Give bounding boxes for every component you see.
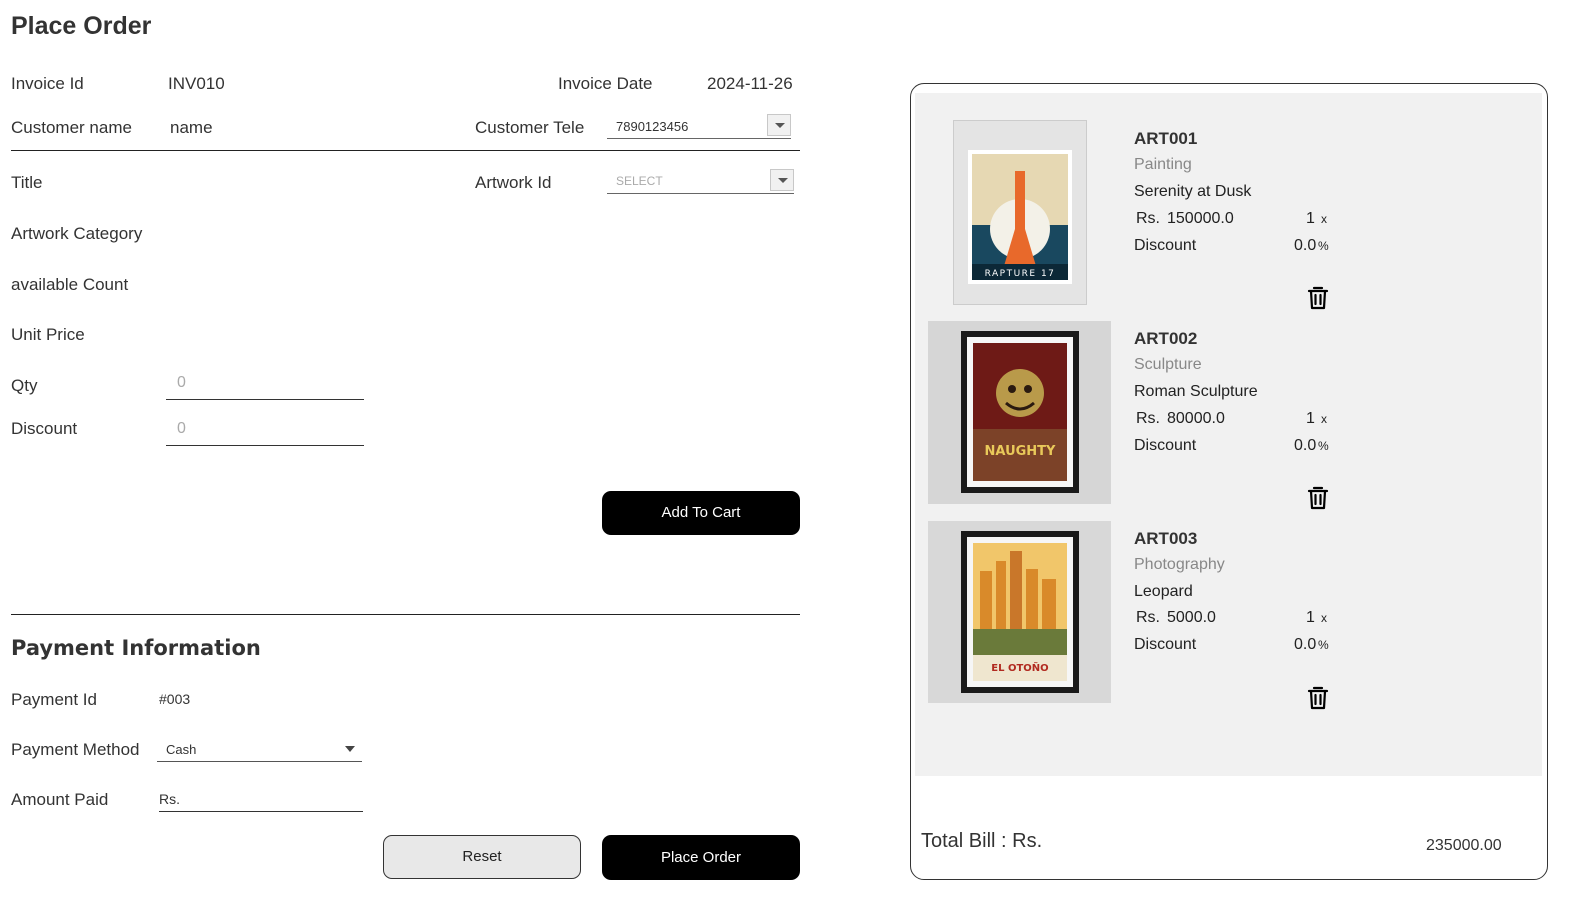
cart-item-times: x [1321, 212, 1327, 226]
cart-item-discount-label: Discount [1134, 437, 1197, 454]
artwork-category-label: Artwork Category [11, 224, 143, 243]
artwork-id-combobox[interactable]: SELECT [607, 169, 794, 194]
artwork-id-placeholder: SELECT [616, 174, 663, 188]
customer-tele-label: Customer Tele [475, 118, 585, 137]
cart-item-qty: 1 [1306, 210, 1315, 227]
reset-button[interactable]: Reset [383, 835, 581, 879]
discount-input[interactable]: 0 [166, 415, 364, 446]
cart-item-currency: Rs. [1136, 210, 1160, 227]
cart-item-discount-label: Discount [1134, 237, 1197, 254]
payment-heading: Payment Information [11, 636, 261, 660]
cart-item-image: NAUGHTY [928, 321, 1111, 504]
qty-placeholder: 0 [177, 374, 186, 391]
cart-item-id: ART003 [1134, 529, 1198, 548]
payment-id-label: Payment Id [11, 690, 97, 709]
cart-item-id: ART002 [1134, 329, 1198, 348]
discount-placeholder: 0 [177, 420, 186, 437]
poster-text: RAPTURE 17 [985, 269, 1056, 279]
section-divider [11, 150, 800, 151]
payment-method-label: Payment Method [11, 740, 140, 759]
chevron-down-icon[interactable] [345, 746, 355, 752]
cart-item-currency: Rs. [1136, 609, 1160, 626]
cart-item-id: ART001 [1134, 129, 1198, 148]
invoice-date-label: Invoice Date [558, 74, 653, 93]
cart-item-percent: % [1318, 439, 1329, 453]
amount-paid-input[interactable]: Rs. [159, 784, 363, 812]
cart-item-times: x [1321, 611, 1327, 625]
cart-item-title: Roman Sculpture [1134, 383, 1258, 400]
payment-method-combobox[interactable]: Cash [157, 737, 362, 762]
artwork-id-label: Artwork Id [475, 173, 552, 192]
cart-item-discount: 0.0 [1294, 237, 1317, 254]
poster-text: NAUGHTY [985, 444, 1057, 459]
cart-item-percent: % [1318, 239, 1329, 253]
cart-item-price: 5000.0 [1167, 609, 1216, 626]
cart-item-discount: 0.0 [1294, 636, 1317, 653]
cart-item-qty: 1 [1306, 609, 1315, 626]
cart-item-image: RAPTURE 17 [954, 121, 1086, 304]
place-order-button[interactable]: Place Order [602, 835, 800, 880]
amount-paid-label: Amount Paid [11, 790, 109, 809]
cart-item-times: x [1321, 412, 1327, 426]
trash-icon[interactable] [1307, 486, 1329, 510]
cart-item-currency: Rs. [1136, 410, 1160, 427]
cart-item-discount-label: Discount [1134, 636, 1197, 653]
cart-item-title: Serenity at Dusk [1134, 183, 1252, 200]
total-bill-label: Total Bill : Rs. [921, 830, 1043, 852]
customer-name-label: Customer name [11, 118, 132, 137]
invoice-id-label: Invoice Id [11, 74, 84, 93]
page-title: Place Order [11, 12, 152, 40]
discount-label: Discount [11, 419, 78, 438]
total-bill-value: 235000.00 [1426, 837, 1502, 854]
customer-name-value: name [170, 118, 213, 137]
payment-method-value: Cash [166, 742, 197, 757]
invoice-date-value: 2024-11-26 [707, 74, 793, 93]
add-to-cart-button[interactable]: Add To Cart [602, 491, 800, 535]
cart-item-image: EL OTOÑO [928, 521, 1111, 703]
section-divider [11, 614, 800, 615]
payment-id-value: #003 [159, 691, 191, 707]
cart-item-qty: 1 [1306, 410, 1315, 427]
customer-tele-combobox[interactable]: 7890123456 [607, 114, 791, 139]
cart-item-title: Leopard [1134, 583, 1193, 600]
chevron-down-icon[interactable] [767, 114, 791, 136]
chevron-down-icon[interactable] [770, 169, 794, 191]
unit-price-label: Unit Price [11, 325, 85, 344]
title-label: Title [11, 173, 43, 192]
poster-text: EL OTOÑO [991, 661, 1048, 674]
cart-item-price: 150000.0 [1167, 210, 1234, 227]
cart-item-percent: % [1318, 638, 1329, 652]
customer-tele-value: 7890123456 [616, 119, 689, 134]
cart-item-category: Photography [1134, 556, 1225, 573]
amount-paid-value: Rs. [159, 791, 180, 807]
qty-input[interactable]: 0 [166, 369, 364, 400]
trash-icon[interactable] [1307, 286, 1329, 310]
cart-item-discount: 0.0 [1294, 437, 1317, 454]
invoice-id-value: INV010 [168, 74, 225, 93]
available-count-label: available Count [11, 275, 129, 294]
cart-item-category: Painting [1134, 156, 1192, 173]
cart-item-category: Sculpture [1134, 356, 1202, 373]
qty-label: Qty [11, 376, 38, 395]
trash-icon[interactable] [1307, 686, 1329, 710]
cart-item-price: 80000.0 [1167, 410, 1225, 427]
